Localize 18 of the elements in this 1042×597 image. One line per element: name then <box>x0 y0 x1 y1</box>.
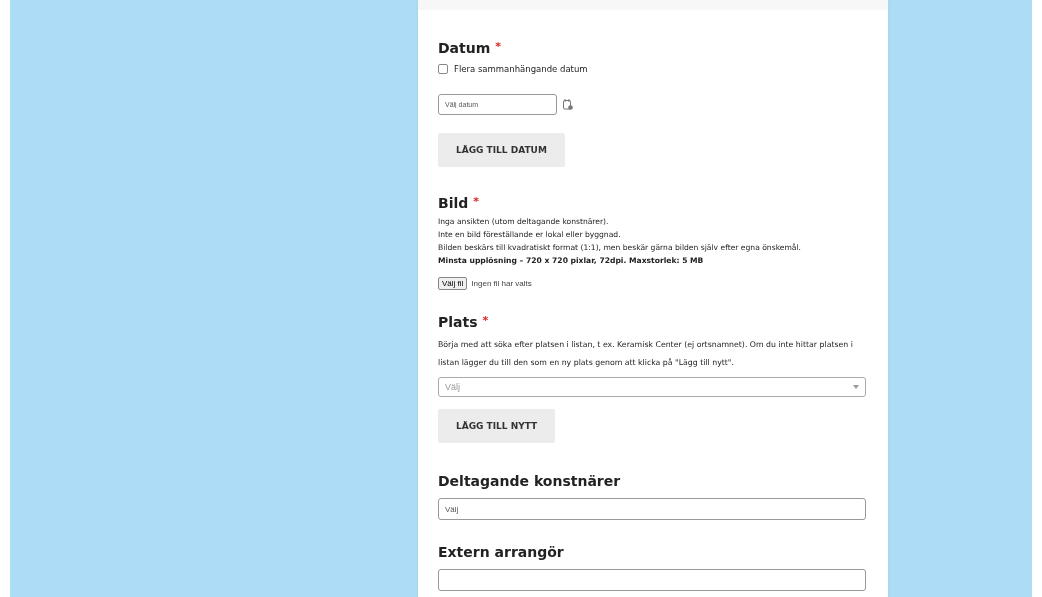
section-heading: Plats <box>438 314 478 330</box>
text-field[interactable] <box>438 569 866 591</box>
required-mark: * <box>495 40 502 53</box>
add-date-button[interactable]: LÄGG TILL DATUM <box>438 133 565 167</box>
section-heading: Bild <box>438 195 469 211</box>
file-status: Ingen fil har valts <box>471 279 532 288</box>
required-mark: * <box>473 195 480 208</box>
caret-icon <box>853 385 859 389</box>
section-heading: Extern arrangör <box>438 544 564 560</box>
section-heading: Deltagande konstnärer <box>438 473 621 489</box>
text-field[interactable]: Välj <box>438 498 866 520</box>
choose-file-button[interactable]: Välj fil <box>438 277 468 290</box>
calendar-icon[interactable] <box>563 99 573 110</box>
checkbox-label: Flera sammanhängande datum <box>454 64 588 74</box>
required-mark: * <box>482 314 489 327</box>
section-heading: Datum <box>438 40 491 56</box>
checkbox[interactable] <box>438 64 448 74</box>
add-new-button[interactable]: LÄGG TILL NYTT <box>438 409 556 443</box>
